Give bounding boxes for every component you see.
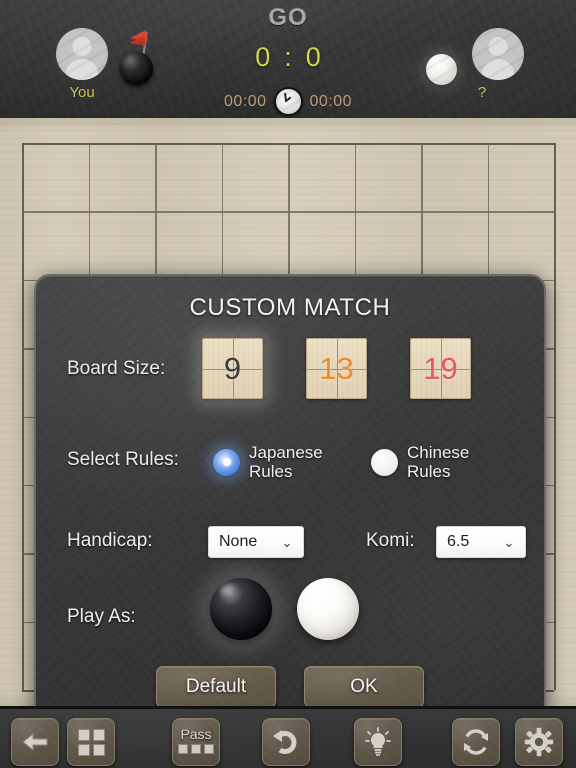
board-size-row: Board Size: 9 13 19 [36, 338, 544, 399]
undo-button[interactable] [262, 718, 310, 766]
board-size-option-9-label: 9 [223, 351, 242, 386]
avatar [472, 28, 524, 80]
score-left: 0 [255, 42, 271, 72]
settings-button[interactable] [515, 718, 563, 766]
player-left-name: You [69, 84, 95, 101]
rules-option-japanese-label: Japanese Rules [249, 443, 323, 482]
pass-button[interactable]: Pass [172, 718, 220, 766]
play-as-row: Play As: [36, 576, 544, 652]
radio-japanese-rules[interactable] [213, 448, 240, 476]
pass-icon: Pass [178, 726, 214, 754]
dialog-title: CUSTOM MATCH [189, 294, 391, 321]
gear-icon [524, 727, 554, 757]
go-board[interactable]: CUSTOM MATCH Board Size: 9 13 19 Select … [0, 118, 576, 706]
custom-match-dialog: CUSTOM MATCH Board Size: 9 13 19 Select … [34, 274, 546, 706]
ok-button-label: OK [350, 676, 378, 697]
player-right-name: ? [477, 84, 487, 101]
board-size-option-9[interactable]: 9 [202, 338, 263, 399]
score-right: 0 [305, 42, 321, 72]
scoreboard: GO 0:0 00:00 00:00 You ? [0, 0, 576, 121]
board-button[interactable] [67, 718, 115, 766]
komi-value: 6.5 [447, 533, 470, 550]
select-rules-label: Select Rules: [67, 449, 179, 470]
play-as-label: Play As: [67, 606, 136, 627]
grid-squares-icon [77, 728, 105, 756]
ok-button[interactable]: OK [304, 666, 424, 706]
undo-arrow-icon [273, 730, 297, 754]
board-size-option-19[interactable]: 19 [410, 338, 471, 399]
handicap-value: None [219, 533, 258, 550]
back-button[interactable] [11, 718, 59, 766]
play-as-options [210, 578, 359, 640]
avatar [56, 28, 108, 80]
lightbulb-icon [365, 727, 391, 756]
restart-button[interactable] [452, 718, 500, 766]
rules-option-chinese[interactable]: Chinese Rules [371, 443, 469, 481]
board-grid-line-vertical [554, 143, 556, 690]
select-rules-row: Select Rules: Japanese Rules Chinese Rules [36, 438, 544, 484]
board-size-label: Board Size: [67, 358, 166, 379]
refresh-icon [464, 729, 488, 755]
bottom-toolbar: Pass [0, 706, 576, 768]
clock-icon [273, 87, 303, 116]
board-size-option-13[interactable]: 13 [306, 338, 367, 399]
time-right: 00:00 [309, 92, 353, 110]
chevron-down-icon: ⌄ [281, 534, 293, 550]
rules-option-chinese-label: Chinese Rules [407, 443, 470, 482]
board-size-option-19-label: 19 [423, 351, 458, 386]
player-right[interactable] [420, 28, 524, 90]
hint-button[interactable] [354, 718, 402, 766]
board-size-option-13-label: 13 [319, 351, 354, 386]
handicap-label: Handicap: [67, 530, 153, 551]
handicap-dropdown[interactable]: None ⌄ [208, 526, 304, 558]
board-size-options: 9 13 19 [202, 338, 471, 399]
score-separator: : [284, 42, 292, 72]
play-as-black-stone[interactable] [210, 578, 272, 640]
arrow-left-icon [22, 732, 48, 752]
komi-label: Komi: [366, 530, 415, 551]
time-left: 00:00 [223, 92, 267, 110]
dialog-buttons: Default OK [36, 666, 544, 706]
play-as-white-stone[interactable] [297, 578, 359, 640]
black-stone-indicator [120, 52, 153, 85]
default-button-label: Default [185, 676, 247, 697]
pass-button-label: Pass [180, 726, 212, 742]
handicap-komi-row: Handicap: None ⌄ Komi: 6.5 ⌄ [36, 522, 544, 560]
chevron-down-icon: ⌄ [503, 534, 515, 550]
radio-chinese-rules[interactable] [371, 448, 398, 476]
default-button[interactable]: Default [156, 666, 276, 706]
rules-option-japanese[interactable]: Japanese Rules [213, 443, 323, 481]
komi-dropdown[interactable]: 6.5 ⌄ [436, 526, 526, 558]
go-app-screen: GO 0:0 00:00 00:00 You ? CUSTOM MATCH Bo… [0, 0, 576, 768]
white-stone-indicator [426, 54, 457, 85]
player-left[interactable] [56, 28, 160, 90]
